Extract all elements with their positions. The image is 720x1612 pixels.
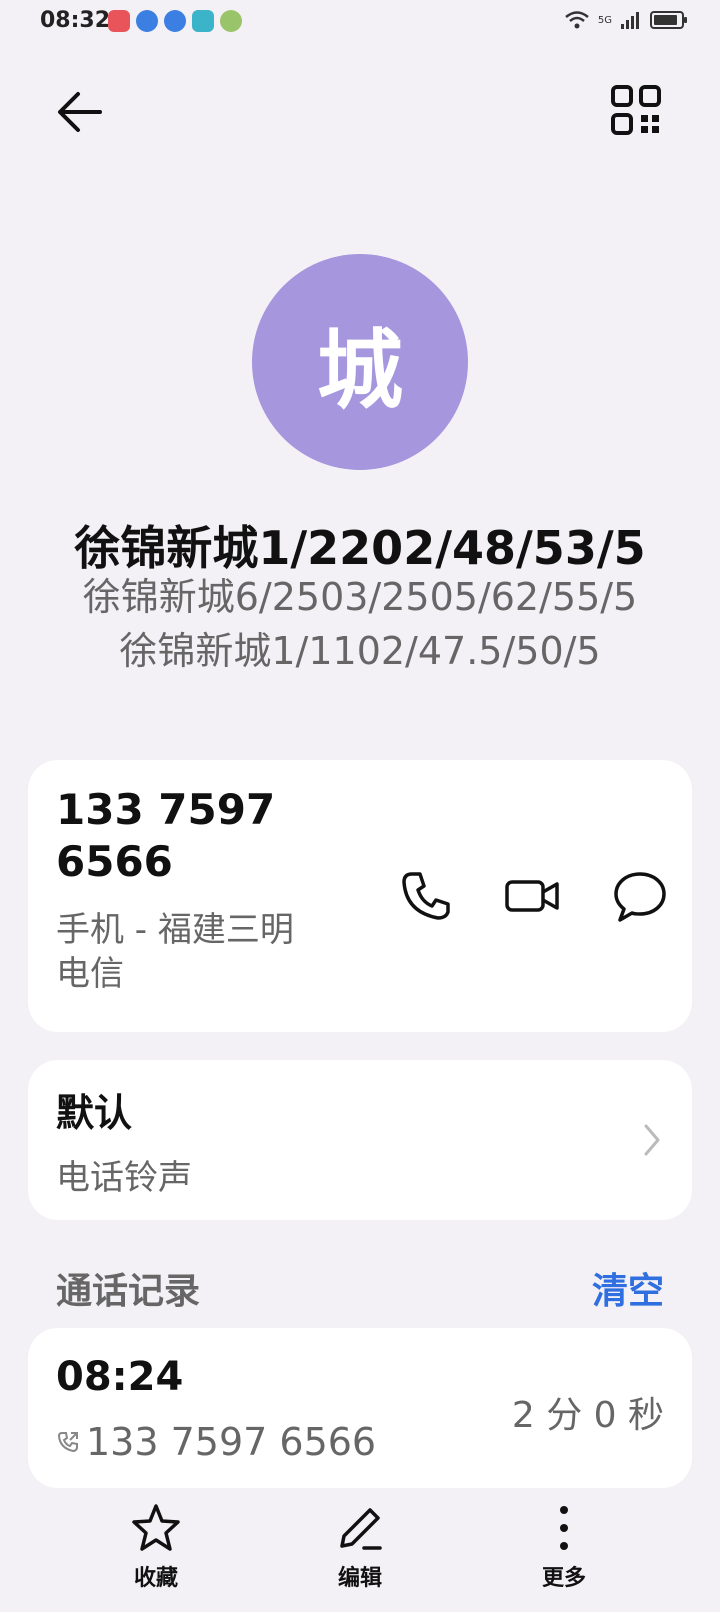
qr-code-button[interactable]	[610, 84, 662, 136]
edit-label: 编辑	[337, 1566, 382, 1591]
network-type-label: 5G	[597, 14, 612, 26]
phone-location-label: 手机 - 福建三明 电信	[56, 910, 294, 994]
contact-avatar[interactable]: 城	[252, 254, 468, 470]
contact-alt-name: 徐锦新城6/2503/2505/62/55/5	[82, 575, 638, 619]
call-button[interactable]	[398, 868, 454, 924]
battery-icon	[650, 11, 687, 29]
call-log-title: 通话记录	[56, 1271, 201, 1312]
message-bubble-icon	[614, 872, 666, 922]
carrier-icon	[220, 10, 242, 32]
video-camera-icon	[505, 880, 559, 912]
call-log-time: 08:24	[56, 1354, 184, 1400]
wifi-icon	[565, 11, 589, 29]
ringtone-card[interactable]: 默认 电话铃声	[28, 1060, 692, 1220]
contact-alt-name: 徐锦新城1/1102/47.5/50/5	[119, 629, 601, 673]
call-log-number-row: 133 7597 6566	[56, 1420, 376, 1464]
more-vertical-icon	[560, 1506, 568, 1550]
favorite-button[interactable]: 收藏	[86, 1502, 226, 1592]
phone-icon	[402, 872, 450, 920]
outgoing-call-icon	[57, 1432, 78, 1453]
qr-code-icon	[611, 85, 661, 135]
ringtone-title: 默认	[56, 1091, 133, 1135]
browser-icon	[136, 10, 158, 32]
app-notification-icon	[108, 10, 130, 32]
browser-icon	[164, 10, 186, 32]
clear-call-log-button[interactable]: 清空	[592, 1262, 664, 1314]
signal-icon	[621, 12, 639, 29]
reader-icon	[192, 10, 214, 32]
more-label: 更多	[541, 1566, 586, 1591]
back-button[interactable]	[52, 84, 108, 140]
call-log-entry[interactable]: 08:24 133 7597 6566 2 分 0 秒	[28, 1328, 692, 1488]
favorite-label: 收藏	[133, 1566, 178, 1591]
pencil-icon	[340, 1508, 382, 1550]
message-button[interactable]	[612, 868, 668, 924]
status-indicators: 5G	[564, 10, 687, 30]
call-log-number: 133 7597 6566	[86, 1420, 377, 1464]
phone-number: 133 7597 6566	[56, 785, 276, 886]
star-icon	[132, 1504, 180, 1551]
status-app-icons	[108, 10, 242, 32]
status-time: 08:32	[40, 8, 111, 33]
more-button[interactable]: 更多	[494, 1502, 634, 1592]
video-call-button[interactable]	[504, 868, 560, 924]
phone-card[interactable]: 133 7597 6566 手机 - 福建三明 电信	[28, 760, 692, 1032]
edit-button[interactable]: 编辑	[290, 1502, 430, 1592]
call-log-duration: 2 分 0 秒	[511, 1395, 664, 1436]
arrow-left-icon	[58, 92, 102, 132]
ringtone-subtitle: 电话铃声	[56, 1158, 192, 1198]
chevron-right-icon	[644, 1124, 660, 1156]
